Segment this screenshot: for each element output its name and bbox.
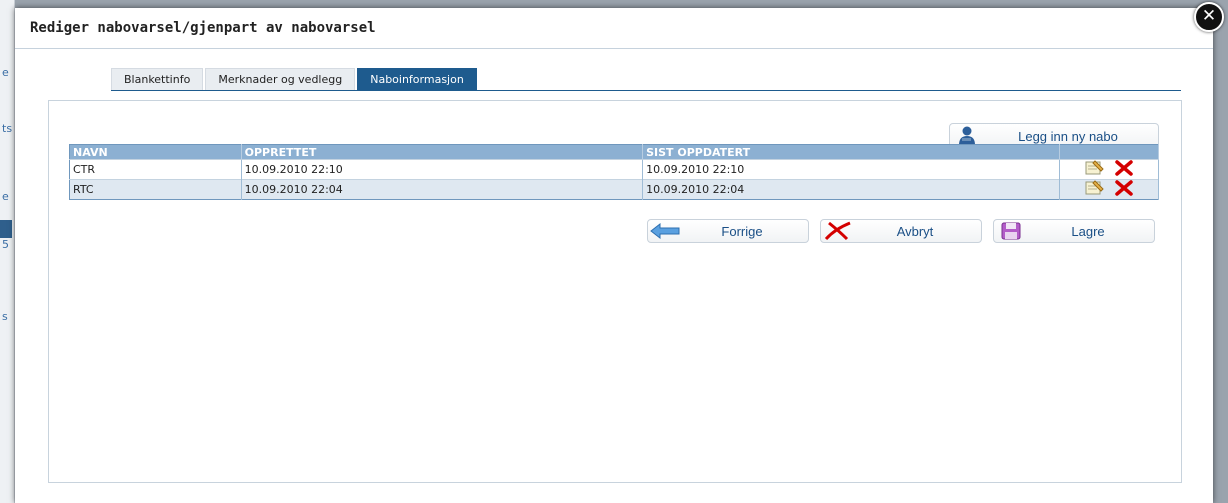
column-header-opprettet: OPPRETTET — [241, 144, 644, 160]
save-button[interactable]: Lagre — [993, 219, 1155, 243]
cancel-label: Avbryt — [896, 223, 934, 239]
background-text-fragment: e — [2, 190, 9, 203]
background-nav-bar — [0, 220, 12, 238]
tab-divider — [111, 90, 1181, 91]
cancel-x-icon — [821, 221, 855, 241]
table-row: RTC 10.09.2010 22:04 10.09.2010 22:04 — [69, 179, 1160, 200]
cell-navn: RTC — [69, 179, 242, 200]
add-neighbor-label: Legg inn ny nabo — [1018, 128, 1118, 144]
background-text-fragment: 5 — [2, 238, 9, 251]
tab-naboinformasjon[interactable]: Naboinformasjon — [357, 68, 477, 90]
tab-bar: Blankettinfo Merknader og vedlegg Naboin… — [111, 68, 479, 90]
edit-icon[interactable] — [1085, 160, 1105, 179]
cell-opprettet: 10.09.2010 22:04 — [241, 179, 644, 200]
cell-opprettet: 10.09.2010 22:10 — [241, 159, 644, 180]
tab-blankettinfo[interactable]: Blankettinfo — [111, 68, 204, 90]
close-icon[interactable]: ✕ — [1194, 2, 1224, 32]
background-text-fragment: ts — [2, 122, 13, 135]
background-page: e ts e 5 s — [0, 0, 15, 503]
back-label: Forrige — [721, 223, 763, 239]
arrow-left-icon — [648, 223, 682, 239]
background-text-fragment: e — [2, 66, 9, 79]
edit-icon[interactable] — [1085, 180, 1105, 199]
floppy-disk-icon — [994, 222, 1028, 240]
delete-icon[interactable] — [1114, 160, 1133, 179]
table-row: CTR 10.09.2010 22:10 10.09.2010 22:10 — [69, 159, 1160, 180]
tab-merknader-og-vedlegg[interactable]: Merknader og vedlegg — [205, 68, 356, 90]
save-label: Lagre — [1071, 223, 1105, 239]
column-header-navn: NAVN — [69, 144, 242, 160]
cancel-button[interactable]: Avbryt — [820, 219, 982, 243]
column-header-sist-oppdatert: SIST OPPDATERT — [642, 144, 1060, 160]
title-divider — [15, 48, 1213, 49]
background-text-fragment: s — [2, 310, 8, 323]
dialog-title: Rediger nabovarsel/gjenpart av nabovarse… — [30, 20, 376, 36]
cell-navn: CTR — [69, 159, 242, 180]
delete-icon[interactable] — [1114, 180, 1133, 199]
cell-sist-oppdatert: 10.09.2010 22:10 — [642, 159, 1060, 180]
naboinformasjon-panel: Legg inn ny nabo NAVN OPPRETTET SIST OPP… — [48, 100, 1182, 483]
row-actions — [1059, 179, 1160, 200]
table-header-row: NAVN OPPRETTET SIST OPPDATERT — [69, 144, 1160, 160]
neighbor-table: NAVN OPPRETTET SIST OPPDATERT CTR 10.09.… — [69, 144, 1160, 200]
column-header-actions — [1059, 144, 1160, 160]
back-button[interactable]: Forrige — [647, 219, 809, 243]
row-actions — [1059, 159, 1160, 180]
cell-sist-oppdatert: 10.09.2010 22:04 — [642, 179, 1060, 200]
edit-neighbor-notice-dialog: Rediger nabovarsel/gjenpart av nabovarse… — [15, 8, 1213, 503]
